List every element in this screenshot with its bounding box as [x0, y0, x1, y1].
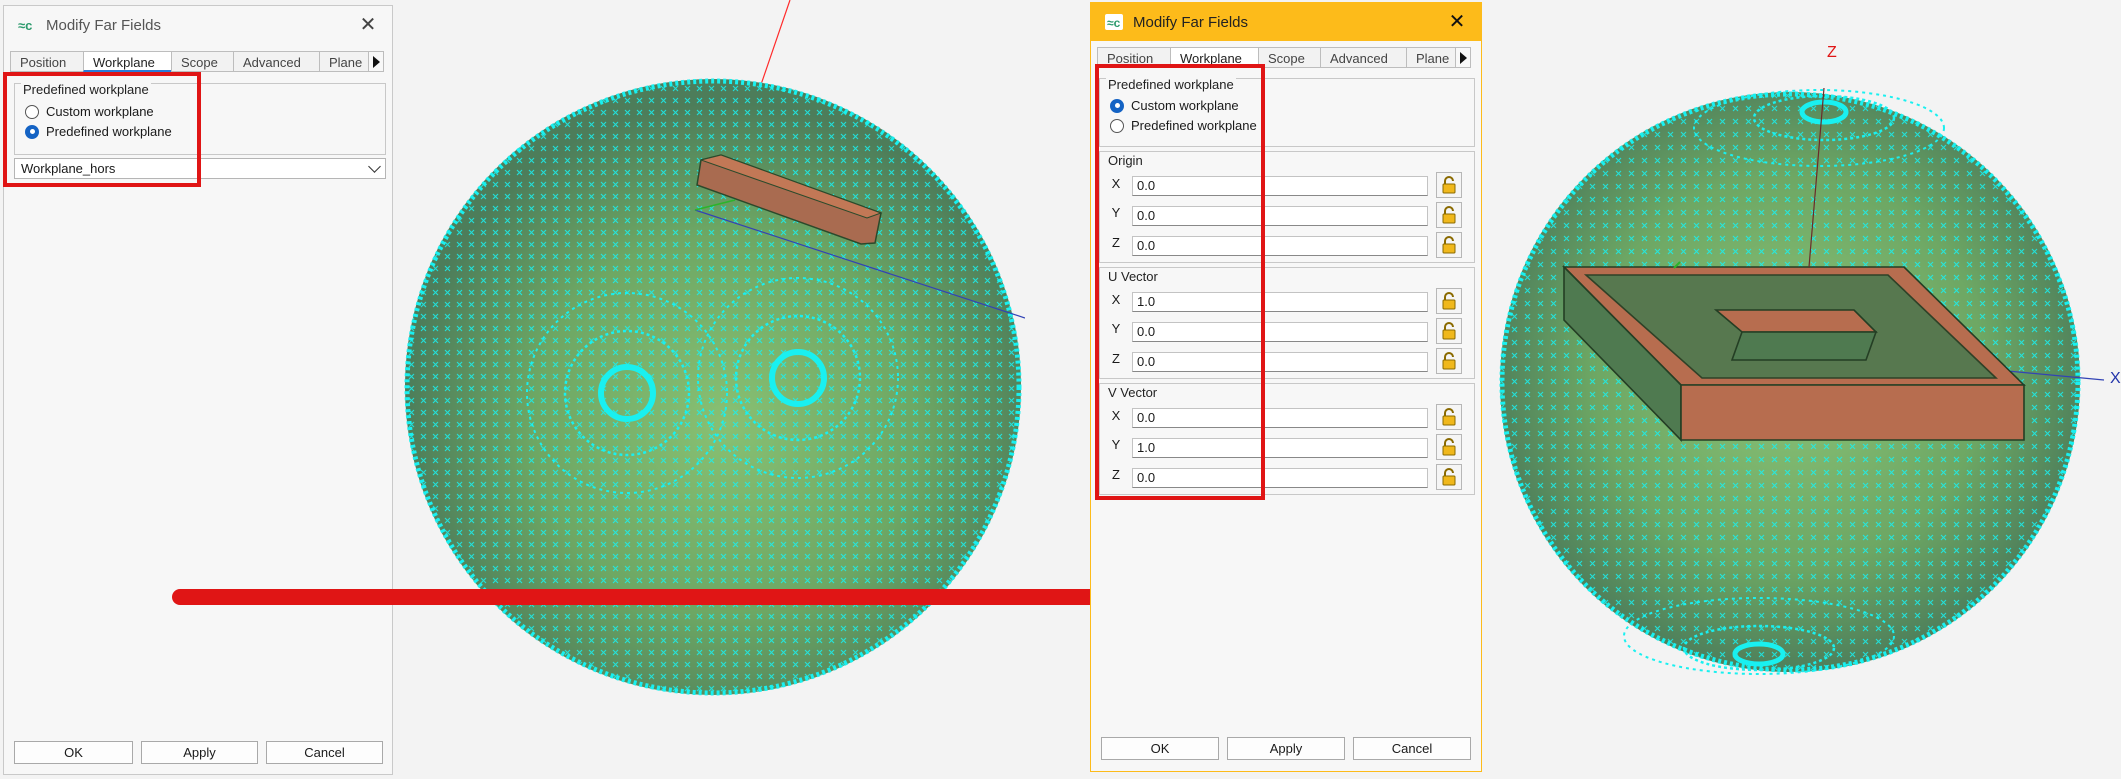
ok-button[interactable]: OK: [14, 741, 133, 764]
close-icon[interactable]: ✕: [358, 15, 378, 35]
lock-icon[interactable]: [1436, 318, 1462, 344]
tab-advanced[interactable]: Advanced: [1320, 47, 1407, 68]
ok-button[interactable]: OK: [1101, 737, 1219, 760]
app-icon: ≈c: [18, 18, 32, 33]
lock-icon[interactable]: [1436, 172, 1462, 198]
left-dialog-titlebar[interactable]: ≈c Modify Far Fields ✕: [4, 6, 392, 44]
close-icon[interactable]: ✕: [1447, 12, 1467, 32]
highlight-box-right: [1095, 64, 1265, 500]
x-axis-label: X: [2110, 370, 2121, 387]
tab-scope[interactable]: Scope: [1258, 47, 1321, 68]
right-dialog-titlebar[interactable]: ≈c Modify Far Fields ✕: [1091, 3, 1481, 41]
tab-plane[interactable]: Plane: [319, 51, 369, 72]
cancel-button[interactable]: Cancel: [266, 741, 383, 764]
svg-text:≈c: ≈c: [18, 18, 32, 33]
tab-scroll-arrow-icon[interactable]: [1455, 47, 1471, 68]
tab-scope[interactable]: Scope: [171, 51, 234, 72]
lock-icon[interactable]: [1436, 288, 1462, 314]
lock-icon[interactable]: [1436, 202, 1462, 228]
tab-bar: Position Workplane Scope Advanced Plane: [10, 51, 384, 74]
tab-plane[interactable]: Plane: [1406, 47, 1456, 68]
chevron-down-icon: [368, 160, 381, 173]
dialog-title: Modify Far Fields: [1133, 13, 1249, 31]
lock-icon[interactable]: [1436, 404, 1462, 430]
lock-icon[interactable]: [1436, 464, 1462, 490]
apply-button[interactable]: Apply: [141, 741, 258, 764]
lock-icon[interactable]: [1436, 434, 1462, 460]
tab-advanced[interactable]: Advanced: [233, 51, 320, 72]
apply-button[interactable]: Apply: [1227, 737, 1345, 760]
tab-scroll-arrow-icon[interactable]: [368, 51, 384, 72]
highlight-box-left: [3, 72, 201, 187]
dialog-title: Modify Far Fields: [46, 16, 162, 34]
tab-workplane[interactable]: Workplane: [83, 51, 172, 72]
svg-text:≈c: ≈c: [1107, 16, 1121, 30]
z-axis-label: Z: [1827, 44, 1837, 61]
cancel-button[interactable]: Cancel: [1353, 737, 1471, 760]
tab-position[interactable]: Position: [10, 51, 84, 72]
lock-icon[interactable]: [1436, 348, 1462, 374]
lock-icon[interactable]: [1436, 232, 1462, 258]
app-icon: ≈c: [1105, 14, 1123, 30]
viewport-right[interactable]: Z X: [1484, 0, 2121, 740]
